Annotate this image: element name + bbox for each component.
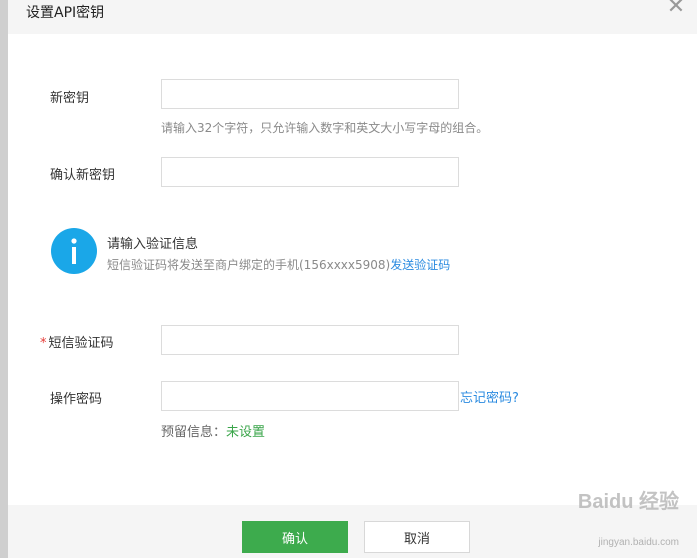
close-icon[interactable]: ✕ xyxy=(665,0,687,18)
forgot-password-link[interactable]: 忘记密码? xyxy=(460,387,519,406)
send-code-link[interactable]: 发送验证码 xyxy=(390,258,450,272)
sms-code-label-text: 短信验证码 xyxy=(48,336,114,351)
sms-code-label: * 短信验证码 xyxy=(40,332,114,351)
verify-title: 请输入验证信息 xyxy=(107,237,199,252)
op-password-input[interactable] xyxy=(161,381,459,411)
reserved-info: 预留信息：未设置 xyxy=(161,421,265,440)
new-key-hint: 请输入32个字符，只允许输入数字和英文大小写字母的组合。 xyxy=(161,121,489,135)
cancel-button[interactable]: 取消 xyxy=(364,521,470,553)
new-key-input[interactable] xyxy=(161,79,459,109)
reserved-info-value: 未设置 xyxy=(226,425,266,440)
info-glyph xyxy=(71,238,77,264)
watermark-url: jingyan.baidu.com xyxy=(598,537,679,548)
verify-desc-text: 短信验证码将发送至商户绑定的手机(156xxxx5908) xyxy=(107,258,391,272)
background-strip xyxy=(0,0,8,558)
info-icon xyxy=(51,228,97,274)
api-key-dialog: 设置API密钥 ✕ 新密钥 请输入32个字符，只允许输入数字和英文大小写字母的组… xyxy=(8,0,697,558)
required-mark: * xyxy=(40,336,47,351)
confirm-button[interactable]: 确认 xyxy=(242,521,348,553)
dialog-header: 设置API密钥 ✕ xyxy=(8,0,697,34)
sms-code-input[interactable] xyxy=(161,325,459,355)
verify-desc: 短信验证码将发送至商户绑定的手机(156xxxx5908)发送验证码 xyxy=(107,256,450,273)
op-password-label: 操作密码 xyxy=(50,392,103,407)
reserved-info-label: 预留信息： xyxy=(161,425,227,440)
new-key-label: 新密钥 xyxy=(50,91,90,106)
confirm-key-label: 确认新密钥 xyxy=(50,168,116,183)
confirm-key-input[interactable] xyxy=(161,157,459,187)
dialog-title: 设置API密钥 xyxy=(26,5,105,21)
watermark-logo: Baidu 经验 xyxy=(577,491,679,513)
